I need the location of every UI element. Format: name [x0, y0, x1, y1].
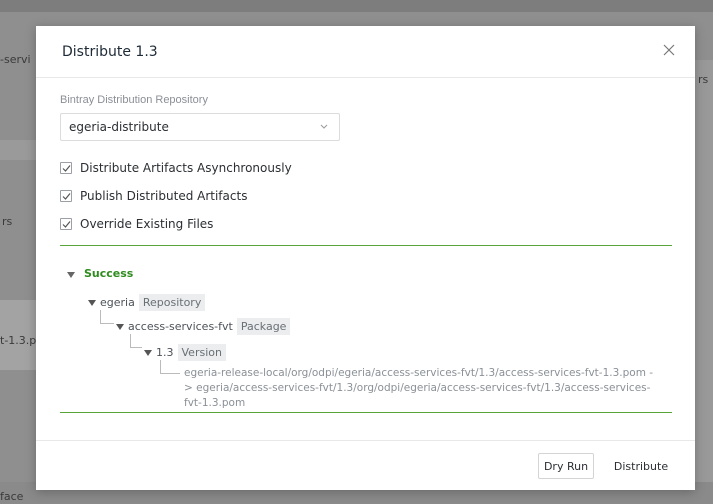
- distribute-dialog: Distribute 1.3 Bintray Distribution Repo…: [36, 26, 695, 490]
- dialog-title: Distribute 1.3: [62, 44, 158, 60]
- background-text: t-1.3.p: [0, 334, 37, 347]
- check-icon: [62, 193, 71, 200]
- tree-node-repository[interactable]: egeria Repository: [88, 294, 206, 311]
- caret-down-icon[interactable]: [66, 270, 76, 280]
- caret-down-icon: [116, 323, 124, 330]
- checkbox-label: Override Existing Files: [80, 217, 214, 231]
- tree-connector: [100, 310, 114, 324]
- result-divider-top: [60, 245, 672, 246]
- caret-down-icon: [88, 299, 96, 306]
- tree-node-package[interactable]: access-services-fvt Package: [116, 318, 291, 335]
- repository-label: Bintray Distribution Repository: [60, 94, 208, 106]
- repository-select[interactable]: egeria-distribute: [60, 113, 340, 141]
- check-icon: [62, 165, 71, 172]
- distribute-button[interactable]: Distribute: [610, 453, 672, 479]
- background-topbar: [0, 0, 713, 12]
- repository-tag: Repository: [138, 294, 206, 311]
- caret-down-icon: [144, 349, 152, 356]
- checkbox-box[interactable]: [60, 218, 72, 230]
- dry-run-button[interactable]: Dry Run: [538, 453, 594, 479]
- version-tag: Version: [177, 344, 226, 361]
- package-tag: Package: [236, 318, 291, 335]
- checkbox-box[interactable]: [60, 190, 72, 202]
- checkbox-label: Publish Distributed Artifacts: [80, 189, 248, 203]
- background-text: face: [0, 490, 24, 503]
- override-files-checkbox[interactable]: Override Existing Files: [60, 216, 213, 232]
- tree-node-version[interactable]: 1.3 Version: [144, 344, 226, 361]
- result-divider-bottom: [60, 412, 672, 413]
- tree-connector: [130, 334, 142, 348]
- background-band: [0, 140, 36, 160]
- distribution-path: egeria-release-local/org/odpi/egeria/acc…: [184, 367, 654, 409]
- dialog-header: Distribute 1.3: [36, 26, 695, 78]
- tree-connector: [160, 360, 180, 374]
- close-button[interactable]: [659, 40, 679, 60]
- distribute-async-checkbox[interactable]: Distribute Artifacts Asynchronously: [60, 160, 292, 176]
- background-text: rs: [698, 73, 709, 86]
- checkbox-label: Distribute Artifacts Asynchronously: [80, 161, 292, 175]
- close-icon: [663, 44, 675, 56]
- background-text: -servi: [0, 53, 31, 66]
- dialog-footer: Dry Run Distribute: [36, 440, 695, 490]
- chevron-down-icon: [320, 124, 328, 129]
- status-success: Success: [84, 267, 134, 280]
- publish-artifacts-checkbox[interactable]: Publish Distributed Artifacts: [60, 188, 247, 204]
- check-icon: [62, 221, 71, 228]
- repository-select-value: egeria-distribute: [69, 120, 169, 134]
- repository-name: egeria: [100, 296, 135, 309]
- background-text: rs: [2, 215, 13, 228]
- package-name: access-services-fvt: [128, 320, 233, 333]
- version-name: 1.3: [156, 346, 174, 359]
- checkbox-box[interactable]: [60, 162, 72, 174]
